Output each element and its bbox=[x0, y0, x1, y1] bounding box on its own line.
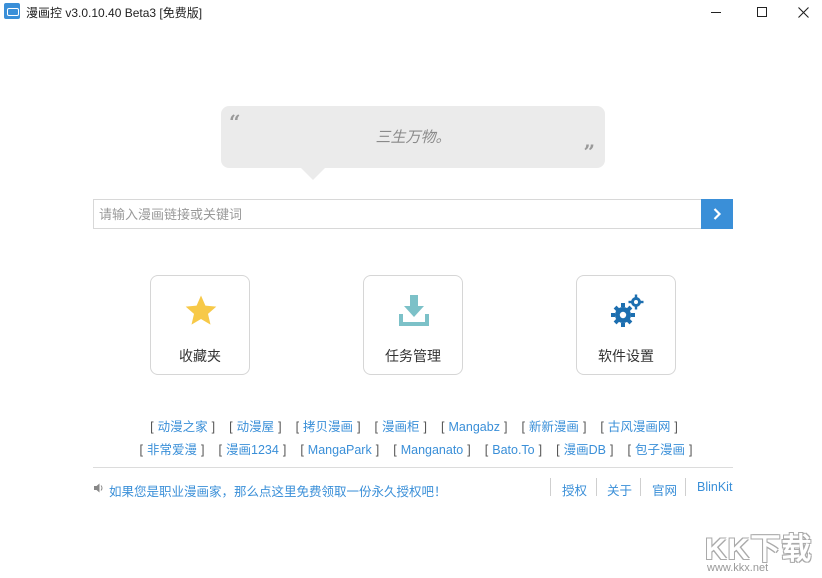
site-link[interactable]: [古风漫画网] bbox=[600, 416, 677, 435]
quote-close-icon: ” bbox=[583, 142, 595, 162]
site-link[interactable]: [Bato.To] bbox=[485, 443, 542, 457]
website-link[interactable]: 官网 bbox=[652, 480, 677, 499]
site-link[interactable]: [漫画1234] bbox=[219, 439, 287, 458]
gears-icon bbox=[610, 294, 644, 328]
free-license-link[interactable]: 如果您是职业漫画家，那么点这里免费领取一份永久授权吧！ bbox=[109, 481, 447, 500]
site-link[interactable]: [非常爱漫] bbox=[140, 439, 205, 458]
watermark: KK下载 www.kkx.net bbox=[705, 524, 820, 576]
footer-separator bbox=[640, 478, 641, 496]
footer-divider bbox=[93, 467, 733, 468]
license-link[interactable]: 授权 bbox=[562, 480, 587, 499]
site-link[interactable]: [拷贝漫画] bbox=[296, 416, 361, 435]
site-link[interactable]: [新新漫画] bbox=[521, 416, 586, 435]
task-manager-label: 任务管理 bbox=[364, 346, 462, 366]
footer-separator bbox=[685, 478, 686, 496]
site-link[interactable]: [漫画柜] bbox=[375, 416, 427, 435]
site-links-row-2: [非常爱漫] [漫画1234] [MangaPark] [Manganato] [Bat… bbox=[5, 439, 822, 458]
favorites-tile[interactable]: 收藏夹 bbox=[150, 275, 250, 375]
footer-separator bbox=[550, 478, 551, 496]
about-link[interactable]: 关于 bbox=[607, 480, 632, 499]
quote-bubble: “ 三生万物。 ” bbox=[221, 106, 605, 168]
settings-tile[interactable]: 软件设置 bbox=[576, 275, 676, 375]
task-manager-tile[interactable]: 任务管理 bbox=[363, 275, 463, 375]
maximize-icon bbox=[757, 7, 767, 17]
site-links-row-1: [动漫之家] [动漫屋] [拷贝漫画] [漫画柜] [Mangabz] [新新漫画] [古风… bbox=[3, 416, 822, 435]
download-icon bbox=[397, 294, 431, 328]
site-link[interactable]: [动漫之家] bbox=[150, 416, 215, 435]
favorites-label: 收藏夹 bbox=[151, 346, 249, 366]
site-link[interactable]: [Mangabz] bbox=[441, 420, 507, 434]
watermark-url: www.kkx.net bbox=[707, 562, 768, 574]
site-link[interactable]: [MangaPark] bbox=[300, 443, 379, 457]
site-link[interactable]: [包子漫画] bbox=[627, 439, 692, 458]
app-icon bbox=[4, 3, 20, 19]
close-icon bbox=[798, 7, 809, 18]
speaker-icon bbox=[93, 482, 105, 494]
close-button[interactable] bbox=[785, 0, 822, 24]
search-input[interactable] bbox=[93, 199, 701, 229]
minimize-button[interactable] bbox=[693, 0, 739, 24]
window-title: 漫画控 v3.0.10.40 Beta3 [免费版] bbox=[26, 4, 202, 21]
minimize-icon bbox=[711, 12, 721, 13]
chevron-right-icon bbox=[711, 208, 723, 220]
blinkit-link[interactable]: BlinKit bbox=[697, 480, 732, 494]
quote-text: 三生万物。 bbox=[221, 126, 605, 147]
site-link[interactable]: [Manganato] bbox=[393, 443, 471, 457]
footer-separator bbox=[596, 478, 597, 496]
star-icon bbox=[184, 294, 218, 328]
site-link[interactable]: [漫画DB] bbox=[556, 439, 613, 458]
maximize-button[interactable] bbox=[739, 0, 785, 24]
settings-label: 软件设置 bbox=[577, 346, 675, 366]
title-bar: 漫画控 v3.0.10.40 Beta3 [免费版] bbox=[0, 0, 822, 24]
site-link[interactable]: [动漫屋] bbox=[229, 416, 281, 435]
search-button[interactable] bbox=[701, 199, 733, 229]
